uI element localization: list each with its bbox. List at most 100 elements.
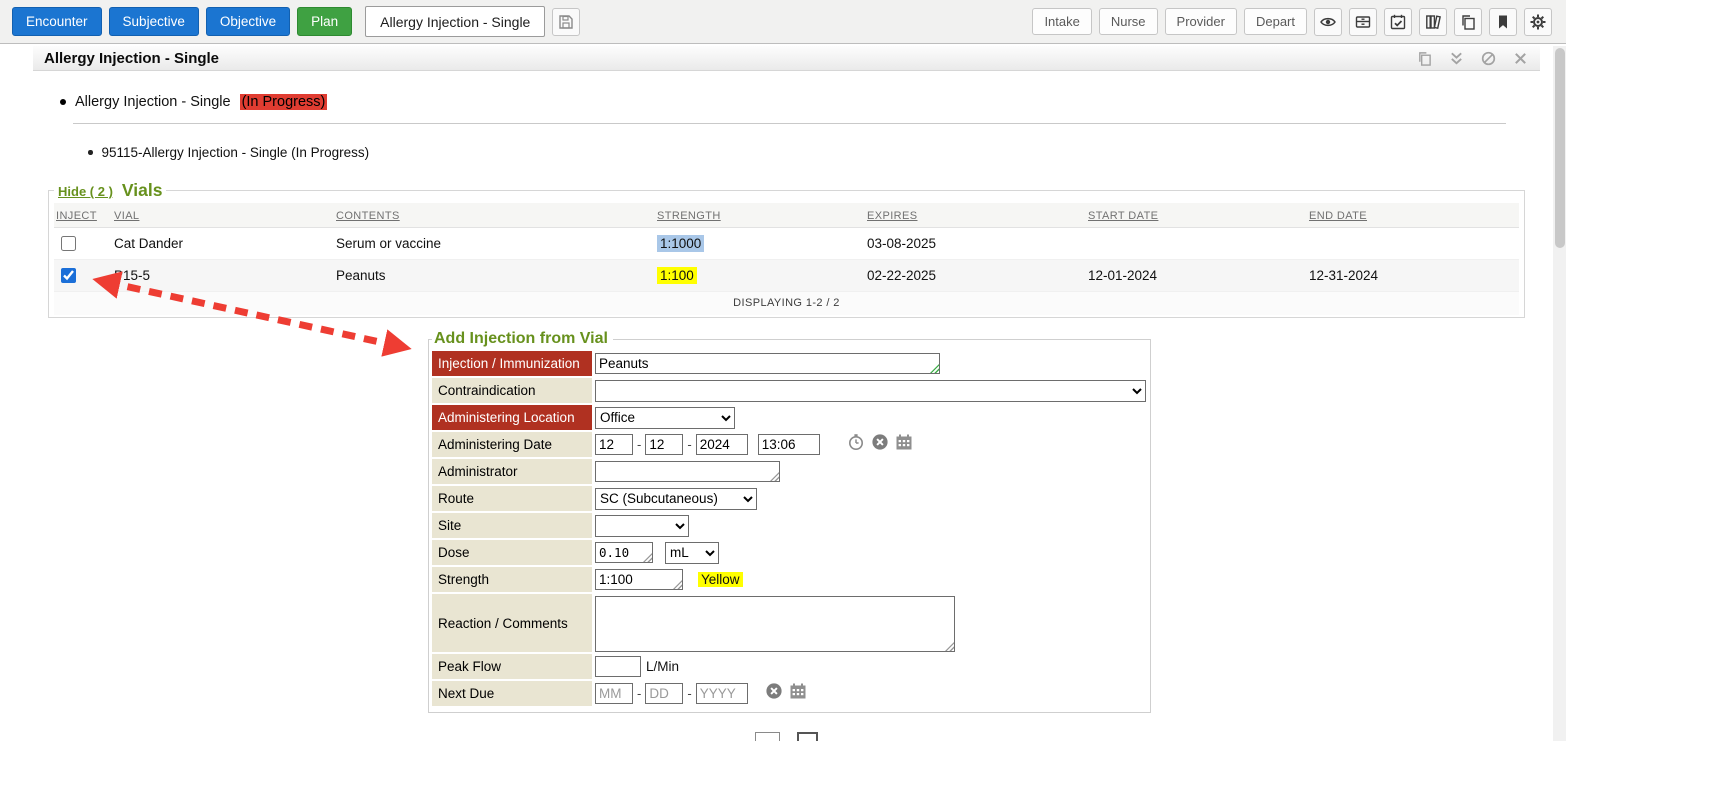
injection-input[interactable] xyxy=(595,353,940,374)
dose-unit-select[interactable]: mL xyxy=(665,542,719,564)
calendar-check-icon[interactable] xyxy=(1384,8,1412,36)
route-select[interactable]: SC (Subcutaneous) xyxy=(595,488,757,510)
archive-icon[interactable] xyxy=(1349,8,1377,36)
pages-icon[interactable] xyxy=(1417,51,1432,66)
outline-sub-item-text: 95115-Allergy Injection - Single (In Pro… xyxy=(102,145,370,160)
gear-icon[interactable] xyxy=(1524,8,1552,36)
collapse-all-icon[interactable] xyxy=(1449,51,1464,66)
note-panel: Allergy Injection - Single Allergy Injec… xyxy=(33,46,1540,741)
contraindication-select[interactable] xyxy=(595,380,1146,402)
date-separator: - xyxy=(687,686,691,701)
peak-flow-input[interactable] xyxy=(595,656,641,677)
col-inject[interactable]: INJECT xyxy=(56,210,97,222)
bookmark-icon[interactable] xyxy=(1489,8,1517,36)
administrator-input[interactable] xyxy=(595,461,780,482)
add-injection-legend: Add Injection from Vial xyxy=(432,330,613,348)
objective-button[interactable]: Objective xyxy=(206,7,290,36)
clock-icon[interactable] xyxy=(847,433,865,456)
peak-flow-unit: L/Min xyxy=(646,659,679,674)
vials-section-title: Vials xyxy=(122,180,163,201)
label-route: Route xyxy=(432,486,592,511)
subjective-button[interactable]: Subjective xyxy=(109,7,199,36)
active-note-tab[interactable]: Allergy Injection - Single xyxy=(365,6,545,37)
col-contents[interactable]: CONTENTS xyxy=(336,210,400,222)
label-administrator: Administrator xyxy=(432,459,592,484)
strength-input[interactable] xyxy=(595,569,683,590)
calendar-icon[interactable] xyxy=(789,682,807,705)
void-icon[interactable] xyxy=(1481,51,1496,66)
paging-status: DISPLAYING 1-2 / 2 xyxy=(54,291,1519,315)
top-toolbar: Encounter Subjective Objective Plan Alle… xyxy=(0,0,1566,44)
cell-contents: Peanuts xyxy=(334,259,655,291)
label-peak-flow: Peak Flow xyxy=(432,654,592,679)
label-injection-immunization: Injection / Immunization xyxy=(432,351,592,376)
clear-date-icon[interactable] xyxy=(871,433,889,456)
col-expires[interactable]: EXPIRES xyxy=(867,210,918,222)
label-next-due: Next Due xyxy=(432,681,592,706)
encounter-button[interactable]: Encounter xyxy=(12,7,102,36)
admin-date-year-input[interactable] xyxy=(696,434,748,455)
save-icon[interactable] xyxy=(552,8,580,36)
nurse-button[interactable]: Nurse xyxy=(1099,8,1158,35)
label-strength: Strength xyxy=(432,567,592,592)
date-separator: - xyxy=(687,437,691,452)
depart-button[interactable]: Depart xyxy=(1244,8,1307,35)
provider-button[interactable]: Provider xyxy=(1165,8,1237,35)
close-icon[interactable] xyxy=(1513,51,1528,66)
cell-strength: 1:100 xyxy=(657,267,697,284)
date-separator: - xyxy=(637,686,641,701)
add-injection-fieldset: Add Injection from Vial Injection / Immu… xyxy=(428,330,1151,713)
admin-date-day-input[interactable] xyxy=(645,434,683,455)
clear-date-icon[interactable] xyxy=(765,682,783,705)
label-administering-date: Administering Date xyxy=(432,432,592,457)
cell-start-date xyxy=(1086,227,1307,259)
bullet-dot xyxy=(88,150,93,155)
cell-contents: Serum or vaccine xyxy=(334,227,655,259)
status-badge: (In Progress) xyxy=(240,94,328,110)
col-start-date[interactable]: START DATE xyxy=(1088,210,1158,222)
date-separator: - xyxy=(637,437,641,452)
panel-header: Allergy Injection - Single xyxy=(33,46,1540,71)
col-end-date[interactable]: END DATE xyxy=(1309,210,1367,222)
administering-location-select[interactable]: Office xyxy=(595,407,735,429)
label-site: Site xyxy=(432,513,592,538)
outline-item: Allergy Injection - Single (In Progress) xyxy=(60,94,327,110)
site-select[interactable] xyxy=(595,515,689,537)
label-dose: Dose xyxy=(432,540,592,565)
page-title: Allergy Injection - Single xyxy=(33,50,219,67)
panel-header-icons xyxy=(1417,46,1528,70)
outline-item-text: Allergy Injection - Single xyxy=(75,94,231,110)
partially-visible-control[interactable] xyxy=(797,732,818,741)
admin-date-month-input[interactable] xyxy=(595,434,633,455)
books-icon[interactable] xyxy=(1419,8,1447,36)
col-strength[interactable]: STRENGTH xyxy=(657,210,721,222)
vials-fieldset: Hide ( 2 ) Vials INJECT VIAL CONTENTS ST… xyxy=(48,180,1525,318)
reaction-comments-textarea[interactable] xyxy=(595,596,955,652)
eye-icon[interactable] xyxy=(1314,8,1342,36)
hide-vials-link[interactable]: Hide ( 2 ) xyxy=(58,184,113,199)
next-due-month-input[interactable] xyxy=(595,683,633,704)
partially-visible-control[interactable] xyxy=(755,732,780,741)
cell-vial: Cat Dander xyxy=(112,227,334,259)
dose-input[interactable] xyxy=(595,542,653,563)
inject-checkbox[interactable] xyxy=(61,236,76,251)
plan-button[interactable]: Plan xyxy=(297,7,352,36)
copy-icon[interactable] xyxy=(1454,8,1482,36)
next-due-year-input[interactable] xyxy=(696,683,748,704)
vials-header-row: INJECT VIAL CONTENTS STRENGTH EXPIRES ST… xyxy=(54,203,1519,227)
cell-end-date: 12-31-2024 xyxy=(1307,259,1519,291)
cell-vial: P15-5 xyxy=(112,259,334,291)
next-due-day-input[interactable] xyxy=(645,683,683,704)
admin-time-input[interactable] xyxy=(758,434,820,455)
cell-end-date xyxy=(1307,227,1519,259)
intake-button[interactable]: Intake xyxy=(1032,8,1091,35)
scrollbar-thumb[interactable] xyxy=(1555,48,1565,248)
cell-strength: 1:1000 xyxy=(657,235,704,252)
divider xyxy=(73,123,1506,124)
strength-color-note: Yellow xyxy=(698,572,743,587)
inject-checkbox[interactable] xyxy=(61,268,76,283)
col-vial[interactable]: VIAL xyxy=(114,210,139,222)
calendar-icon[interactable] xyxy=(895,433,913,456)
vials-legend: Hide ( 2 ) Vials xyxy=(54,180,166,201)
vertical-scrollbar[interactable] xyxy=(1553,46,1566,741)
